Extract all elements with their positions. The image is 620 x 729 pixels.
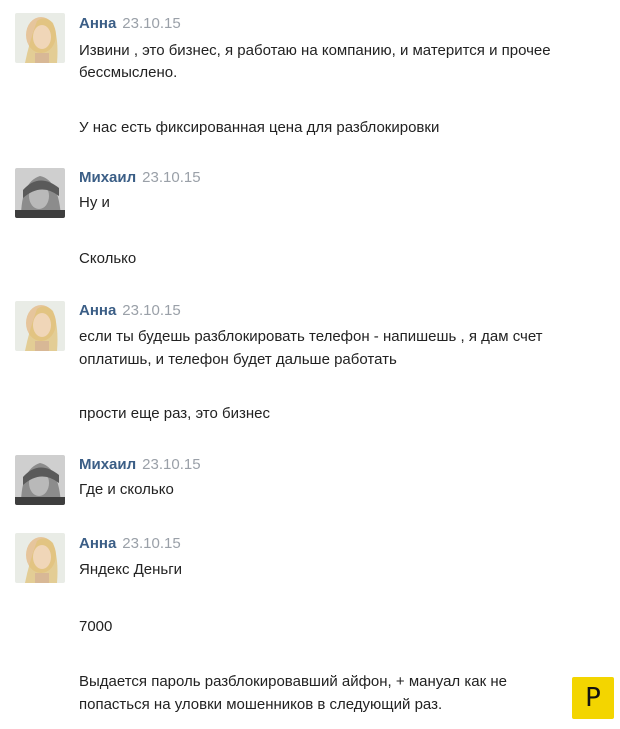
message-text: прости еще раз, это бизнес	[79, 405, 270, 422]
author-name[interactable]: Михаил	[79, 456, 136, 473]
watermark-letter: Р	[585, 683, 601, 713]
avatar-anna[interactable]	[15, 13, 65, 63]
avatar-anna[interactable]	[15, 533, 65, 583]
avatar-mikhail[interactable]	[15, 168, 65, 218]
author-name[interactable]: Анна	[79, 302, 116, 319]
message-time: 23.10.15	[142, 456, 201, 473]
message-time: 23.10.15	[142, 169, 201, 186]
author-name[interactable]: Анна	[79, 15, 116, 32]
message-text: Сколько	[79, 250, 137, 267]
author-name[interactable]: Михаил	[79, 169, 136, 186]
message-text: если ты будешь разблокировать телефон - …	[79, 328, 543, 345]
avatar-anna[interactable]	[15, 301, 65, 351]
message-text: бессмыслено.	[79, 64, 178, 81]
message-text: Яндекс Деньги	[79, 561, 183, 578]
message-text: 7000	[79, 618, 113, 635]
message-text: оплатишь, и телефон будет дальше работат…	[79, 351, 397, 368]
message-text: попасться на уловки мошенников в следующ…	[79, 696, 443, 713]
message-text: Ну и	[79, 194, 110, 211]
message-time: 23.10.15	[122, 535, 181, 552]
author-name[interactable]: Анна	[79, 535, 116, 552]
message-text: Выдается пароль разблокировавший айфон, …	[79, 673, 507, 690]
avatar-mikhail[interactable]	[15, 455, 65, 505]
message-text: Извини , это бизнес, я работаю на компан…	[79, 42, 551, 59]
message-text: Где и сколько	[79, 481, 174, 498]
message-text: У нас есть фиксированная цена для разбло…	[79, 119, 440, 136]
message-time: 23.10.15	[122, 302, 181, 319]
message-time: 23.10.15	[122, 15, 181, 32]
watermark-logo: Р	[572, 677, 614, 719]
